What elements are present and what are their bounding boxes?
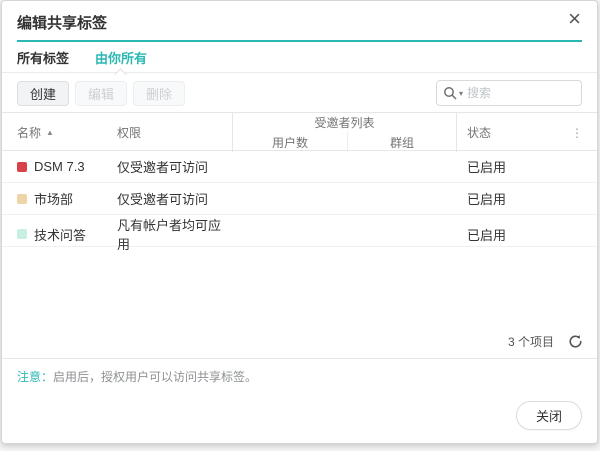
close-button[interactable]: 关闭: [516, 401, 582, 430]
note-row: 注意：启用后，授权用户可以访问共享标签。: [2, 359, 597, 391]
column-header-invitee-list: 受邀者列表: [232, 113, 457, 132]
search-filter-caret-icon[interactable]: ▾: [459, 89, 463, 98]
table-footer: 3 个项目: [2, 333, 597, 358]
delete-button: 删除: [133, 81, 185, 106]
column-header-permission[interactable]: 权限: [117, 113, 232, 152]
table-row[interactable]: 技术问答 凡有帐户者均可应用 已启用: [2, 215, 597, 247]
label-name: DSM 7.3: [34, 159, 85, 174]
note-label: 注意：: [17, 370, 53, 384]
close-icon[interactable]: ×: [568, 8, 581, 30]
edit-button: 编辑: [75, 81, 127, 106]
dialog-title: 编辑共享标签: [17, 15, 107, 32]
sort-ascending-icon: ▲: [46, 128, 54, 137]
label-name: 市场部: [34, 189, 73, 208]
search-icon: [443, 86, 457, 100]
search-box[interactable]: ▾: [436, 80, 582, 106]
column-header-groups[interactable]: 群组: [347, 132, 457, 152]
status-cell: 已启用: [457, 189, 557, 208]
toolbar: 创建 编辑 删除 ▾: [2, 73, 597, 112]
label-color-chip: [17, 162, 27, 172]
table-row[interactable]: DSM 7.3 仅受邀者可访问 已启用: [2, 151, 597, 183]
tab-bar: 所有标签 由你所有: [2, 42, 597, 73]
label-name-cell: 技术问答: [2, 225, 117, 244]
dialog-footer: 关闭: [2, 391, 597, 443]
status-cell: 已启用: [457, 157, 557, 176]
item-count: 3 个项目: [508, 333, 554, 350]
status-cell: 已启用: [457, 225, 557, 244]
column-header-users[interactable]: 用户数: [232, 132, 347, 152]
search-input[interactable]: [467, 86, 575, 100]
table-header: 名称 ▲ 权限 受邀者列表 用户数 群组 状态 ⋮: [2, 112, 597, 151]
column-header-name[interactable]: 名称 ▲: [2, 113, 117, 152]
column-header-status[interactable]: 状态: [457, 113, 557, 152]
table-empty-area: [2, 247, 597, 333]
tab-owned-by-you[interactable]: 由你所有: [95, 48, 147, 67]
label-name-cell: 市场部: [2, 189, 117, 208]
tab-all-labels[interactable]: 所有标签: [17, 48, 69, 67]
label-color-chip: [17, 194, 27, 204]
note-text: 启用后，授权用户可以访问共享标签。: [53, 370, 257, 384]
create-button[interactable]: 创建: [17, 81, 69, 106]
label-color-chip: [17, 229, 27, 239]
permission-cell: 仅受邀者可访问: [117, 157, 232, 176]
refresh-icon[interactable]: [568, 334, 583, 349]
label-name-cell: DSM 7.3: [2, 159, 117, 174]
edit-shared-labels-dialog: 编辑共享标签 × 所有标签 由你所有 创建 编辑 删除 ▾ 名称 ▲ 权限 受邀…: [1, 0, 598, 444]
dialog-titlebar: 编辑共享标签 ×: [2, 1, 597, 40]
column-settings-icon[interactable]: ⋮: [557, 113, 597, 152]
permission-cell: 仅受邀者可访问: [117, 189, 232, 208]
table-row[interactable]: 市场部 仅受邀者可访问 已启用: [2, 183, 597, 215]
label-name: 技术问答: [34, 225, 86, 244]
